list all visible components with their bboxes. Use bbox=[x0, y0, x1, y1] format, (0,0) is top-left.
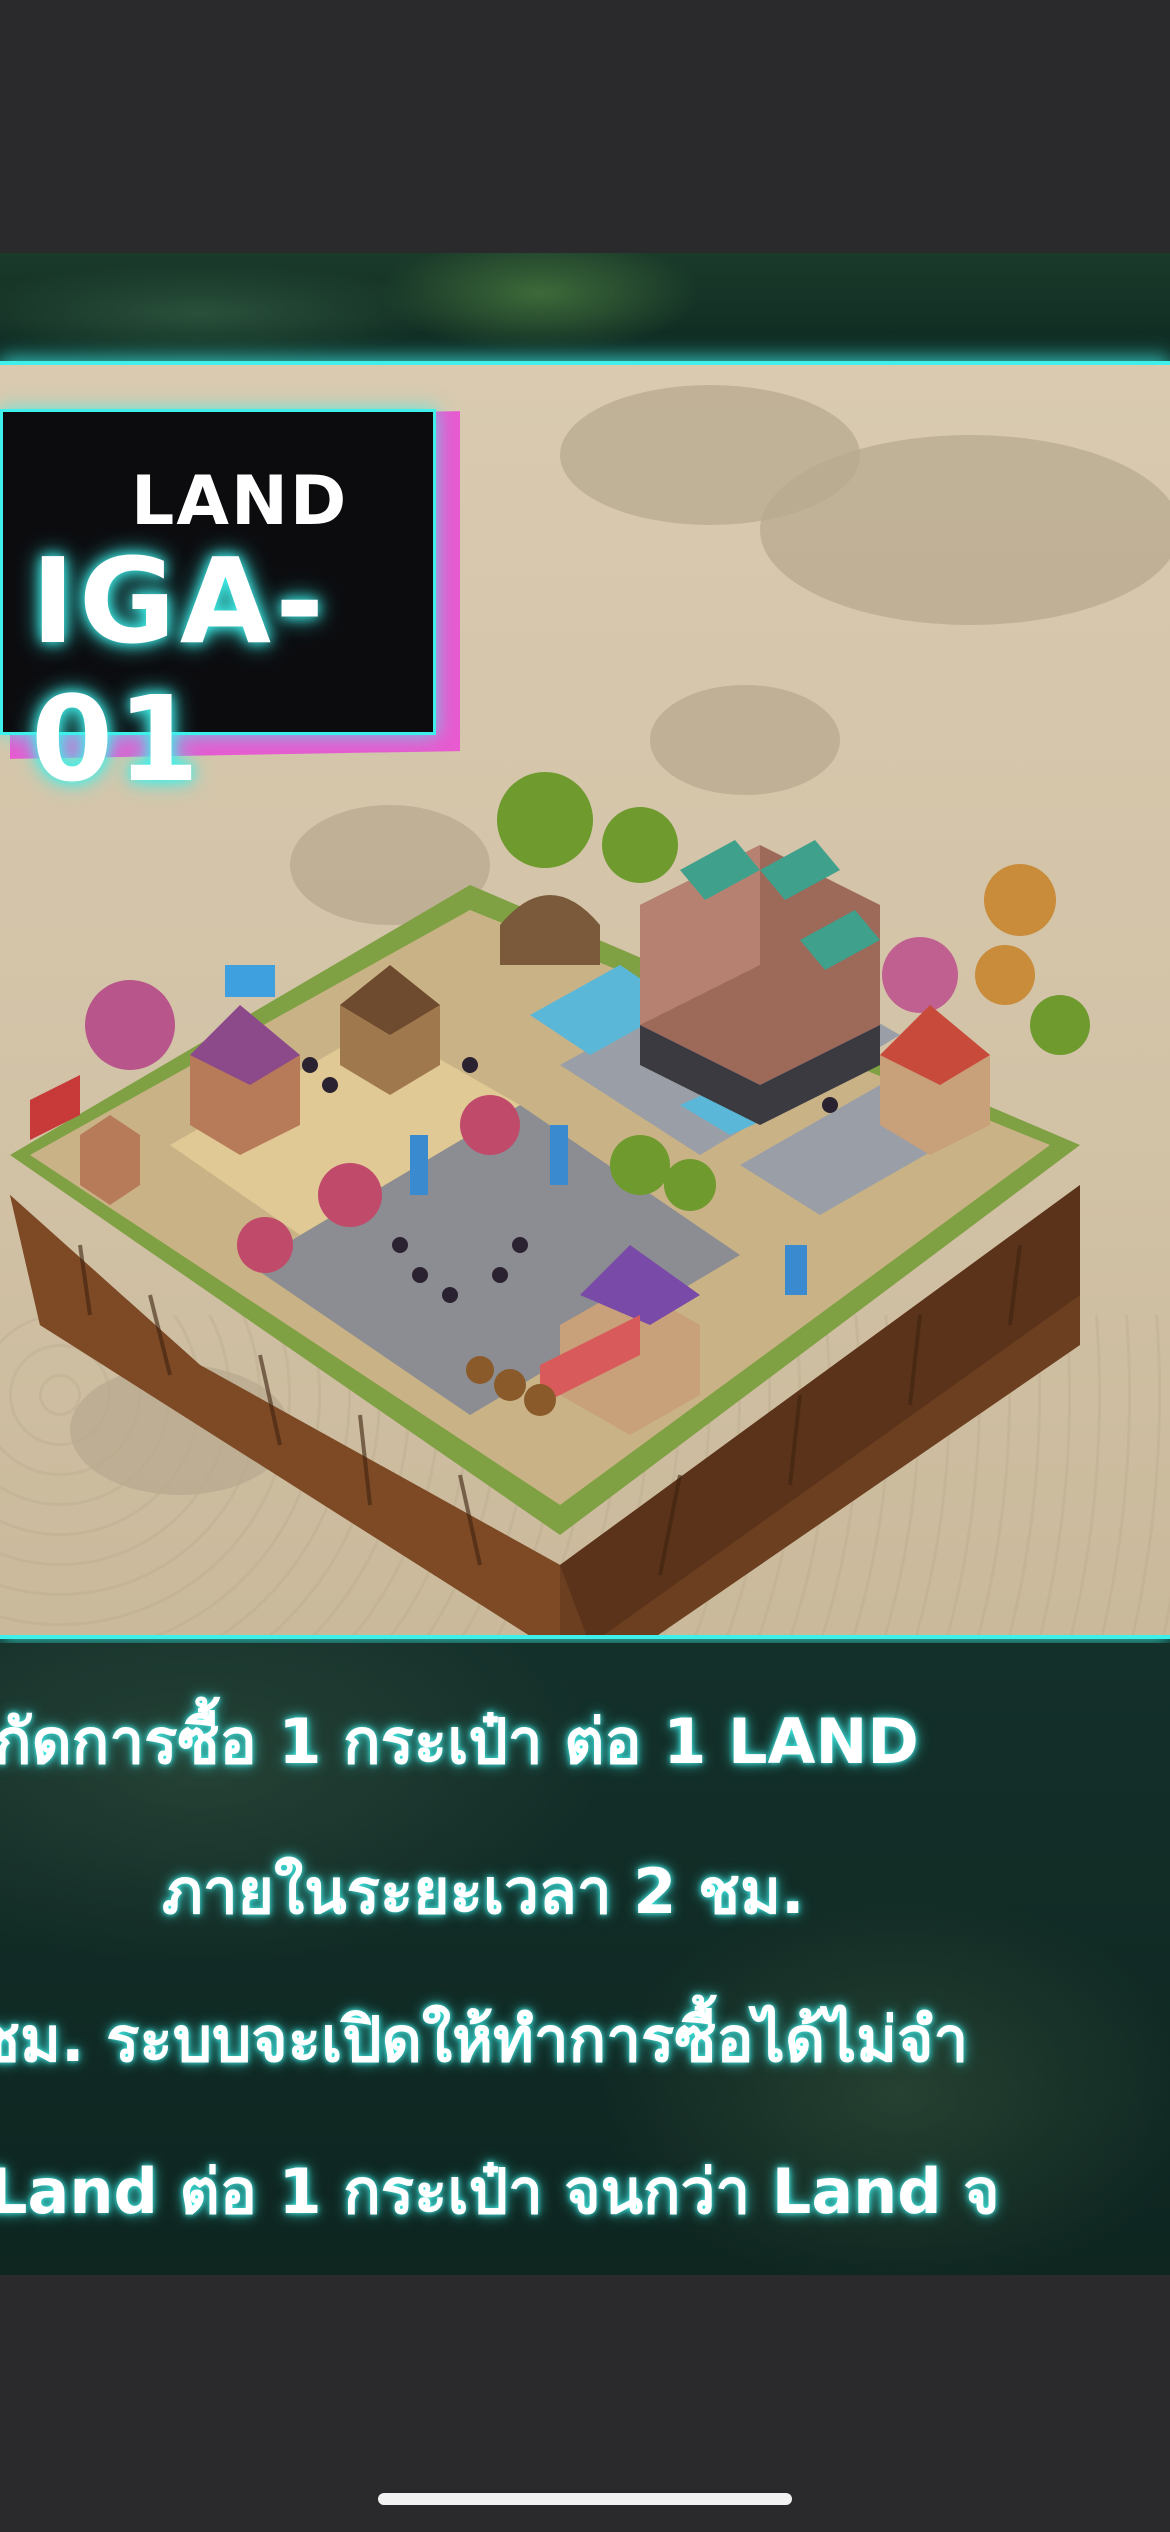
land-code: IGA-01 bbox=[31, 532, 329, 808]
land-art-panel: LAND IGA-01 bbox=[0, 361, 1170, 1639]
video-frame[interactable]: LAND IGA-01 กัดการซื้อ 1 กระเป๋า ต่อ 1 L… bbox=[0, 253, 1170, 2275]
caption-line-1: กัดการซื้อ 1 กระเป๋า ต่อ 1 LAND bbox=[0, 1705, 919, 1778]
land-title-card: LAND IGA-01 bbox=[0, 409, 460, 808]
caption-line-4: Land ต่อ 1 กระเป๋า จนกว่า Land จ bbox=[0, 2155, 1000, 2228]
top-letterbox bbox=[0, 0, 1170, 253]
home-indicator[interactable] bbox=[378, 2493, 792, 2505]
game-map-strip bbox=[0, 253, 1170, 361]
caption-line-3: ชม. ระบบจะเปิดให้ทำการซื้อได้ไม่จำ bbox=[0, 2003, 969, 2076]
caption-line-2: ภายในระยะเวลา 2 ชม. bbox=[162, 1855, 805, 1928]
caption-area: กัดการซื้อ 1 กระเป๋า ต่อ 1 LAND ภายในระย… bbox=[0, 1643, 1170, 2275]
land-label: LAND bbox=[131, 462, 349, 541]
title-card-panel: LAND IGA-01 bbox=[0, 409, 436, 808]
